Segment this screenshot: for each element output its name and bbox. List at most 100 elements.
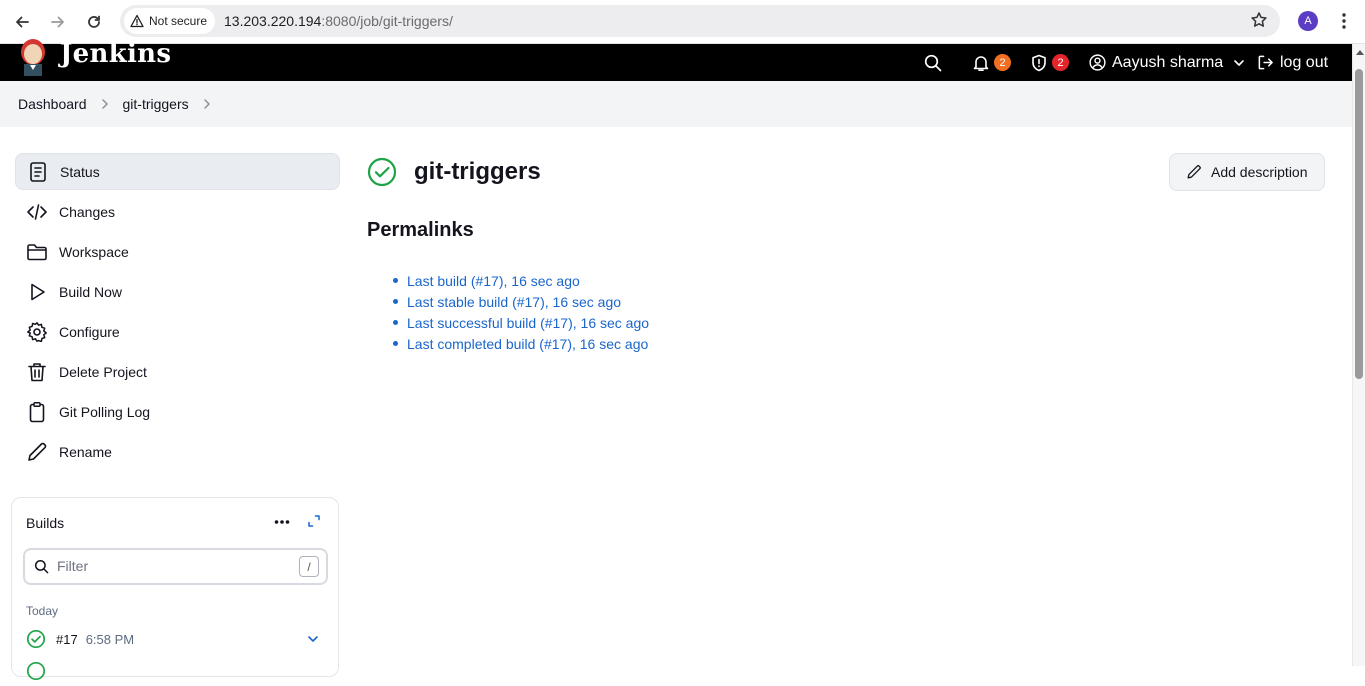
trash-icon [28, 362, 46, 381]
arrow-right-icon [51, 16, 64, 28]
sidebar-item-label: Rename [59, 443, 112, 460]
folder-icon [27, 243, 47, 260]
build-history-panel: Builds / Today #17 6:58 PM [11, 497, 339, 681]
permalink-last-build[interactable]: Last build (#17), 16 sec ago [407, 273, 580, 289]
chevron-down-icon[interactable] [307, 633, 319, 645]
notifications-badge: 2 [994, 54, 1011, 71]
expand-icon [308, 515, 320, 527]
sidebar-item-build-now[interactable]: Build Now [15, 273, 340, 310]
add-description-button[interactable]: Add description [1169, 153, 1325, 191]
search-icon [34, 559, 49, 574]
permalinks-list: Last build (#17), 16 sec ago Last stable… [392, 270, 649, 354]
security-indicator[interactable]: Not secure [124, 8, 216, 34]
forward-button[interactable] [44, 8, 72, 36]
jenkins-header: Jenkins 2 2 Aayush sharma log out [0, 39, 1352, 81]
warning-icon [130, 14, 144, 28]
scroll-up-arrow[interactable] [1356, 50, 1364, 55]
success-icon [26, 661, 46, 681]
build-row[interactable] [26, 661, 46, 686]
sidebar-item-workspace[interactable]: Workspace [15, 233, 340, 270]
logout-label: log out [1280, 53, 1329, 71]
address-bar[interactable]: Not secure 13.203.220.194:8080/job/git-t… [120, 5, 1280, 37]
success-icon [367, 157, 397, 187]
clipboard-icon [29, 401, 45, 422]
status-icon [30, 161, 46, 182]
scroll-thumb[interactable] [1355, 69, 1363, 379]
search-button[interactable] [924, 44, 942, 81]
bookmark-button[interactable] [1250, 11, 1268, 34]
list-item: Last completed build (#17), 16 sec ago [392, 333, 649, 354]
security-label: Not secure [149, 14, 208, 28]
reload-icon [88, 15, 100, 28]
browser-toolbar: Not secure 13.203.220.194:8080/job/git-t… [0, 0, 1365, 44]
breadcrumb: Dashboard git-triggers [0, 81, 1352, 127]
reload-button[interactable] [80, 8, 108, 36]
permalink-last-successful-build[interactable]: Last successful build (#17), 16 sec ago [407, 315, 649, 331]
success-icon [26, 629, 46, 649]
build-row[interactable]: #17 6:58 PM [26, 629, 326, 649]
list-item: Last successful build (#17), 16 sec ago [392, 312, 649, 333]
back-button[interactable] [8, 8, 36, 36]
permalink-last-stable-build[interactable]: Last stable build (#17), 16 sec ago [407, 294, 621, 310]
arrow-left-icon [16, 16, 29, 28]
builds-filter-input[interactable] [57, 558, 277, 574]
security-alerts-button[interactable]: 2 [1030, 44, 1069, 81]
build-group-label: Today [26, 604, 59, 618]
code-icon [27, 203, 47, 220]
sidebar-item-changes[interactable]: Changes [15, 193, 340, 230]
user-icon [1089, 54, 1106, 71]
pencil-icon [1187, 165, 1201, 179]
sidebar-item-label: Status [60, 163, 100, 180]
sidebar-item-status[interactable]: Status [15, 153, 340, 190]
chevron-down-icon [1234, 59, 1244, 66]
list-item: Last build (#17), 16 sec ago [392, 270, 649, 291]
chevron-right-icon [101, 99, 108, 109]
sidebar-item-label: Git Polling Log [59, 403, 151, 420]
security-badge: 2 [1052, 54, 1069, 71]
chevron-right-icon[interactable] [203, 99, 211, 109]
page-title: git-triggers [414, 158, 541, 185]
permalink-last-completed-build[interactable]: Last completed build (#17), 16 sec ago [407, 336, 648, 352]
browser-menu-button[interactable] [1337, 10, 1351, 32]
star-icon [1251, 12, 1267, 27]
side-panel: Status Changes Workspace Build Now Confi… [15, 153, 340, 473]
jenkins-butler-icon [21, 39, 45, 76]
logout-link[interactable]: log out [1257, 44, 1328, 81]
builds-title: Builds [26, 515, 65, 531]
bell-icon [973, 55, 989, 71]
sidebar-item-configure[interactable]: Configure [15, 313, 340, 350]
url-path: :8080/job/git-triggers/ [321, 13, 453, 29]
page-scrollbar[interactable] [1352, 44, 1365, 666]
url-text[interactable]: 13.203.220.194:8080/job/git-triggers/ [224, 13, 453, 29]
jenkins-logo[interactable] [18, 38, 48, 76]
url-host: 13.203.220.194 [224, 13, 322, 29]
logout-icon [1258, 55, 1273, 70]
breadcrumb-dashboard[interactable]: Dashboard [18, 96, 87, 112]
jenkins-brand[interactable]: Jenkins [60, 39, 171, 69]
user-menu[interactable]: Aayush sharma [1089, 44, 1245, 81]
sidebar-item-rename[interactable]: Rename [15, 433, 340, 470]
builds-filter-field[interactable]: / [23, 548, 328, 585]
build-number[interactable]: #17 [56, 632, 78, 647]
breadcrumb-job[interactable]: git-triggers [123, 96, 189, 112]
gear-icon [27, 321, 47, 342]
job-status-icon [367, 157, 397, 192]
permalinks-heading: Permalinks [367, 219, 474, 241]
sidebar-item-label: Changes [59, 203, 116, 220]
more-vertical-icon [1342, 13, 1346, 29]
shield-icon [1032, 54, 1046, 71]
sidebar-item-label: Delete Project [59, 363, 147, 380]
filter-shortcut-hint: / [299, 556, 319, 577]
build-time: 6:58 PM [85, 631, 135, 647]
builds-more-button[interactable] [274, 514, 290, 532]
builds-expand-button[interactable] [307, 514, 321, 533]
play-icon [31, 283, 45, 300]
sidebar-item-label: Build Now [59, 283, 123, 300]
list-item: Last stable build (#17), 16 sec ago [392, 291, 649, 312]
notifications-button[interactable]: 2 [972, 44, 1011, 81]
sidebar-item-label: Configure [59, 323, 120, 340]
sidebar-item-delete-project[interactable]: Delete Project [15, 353, 340, 390]
search-icon [924, 54, 942, 71]
sidebar-item-git-polling-log[interactable]: Git Polling Log [15, 393, 340, 430]
profile-avatar[interactable]: A [1298, 11, 1318, 31]
